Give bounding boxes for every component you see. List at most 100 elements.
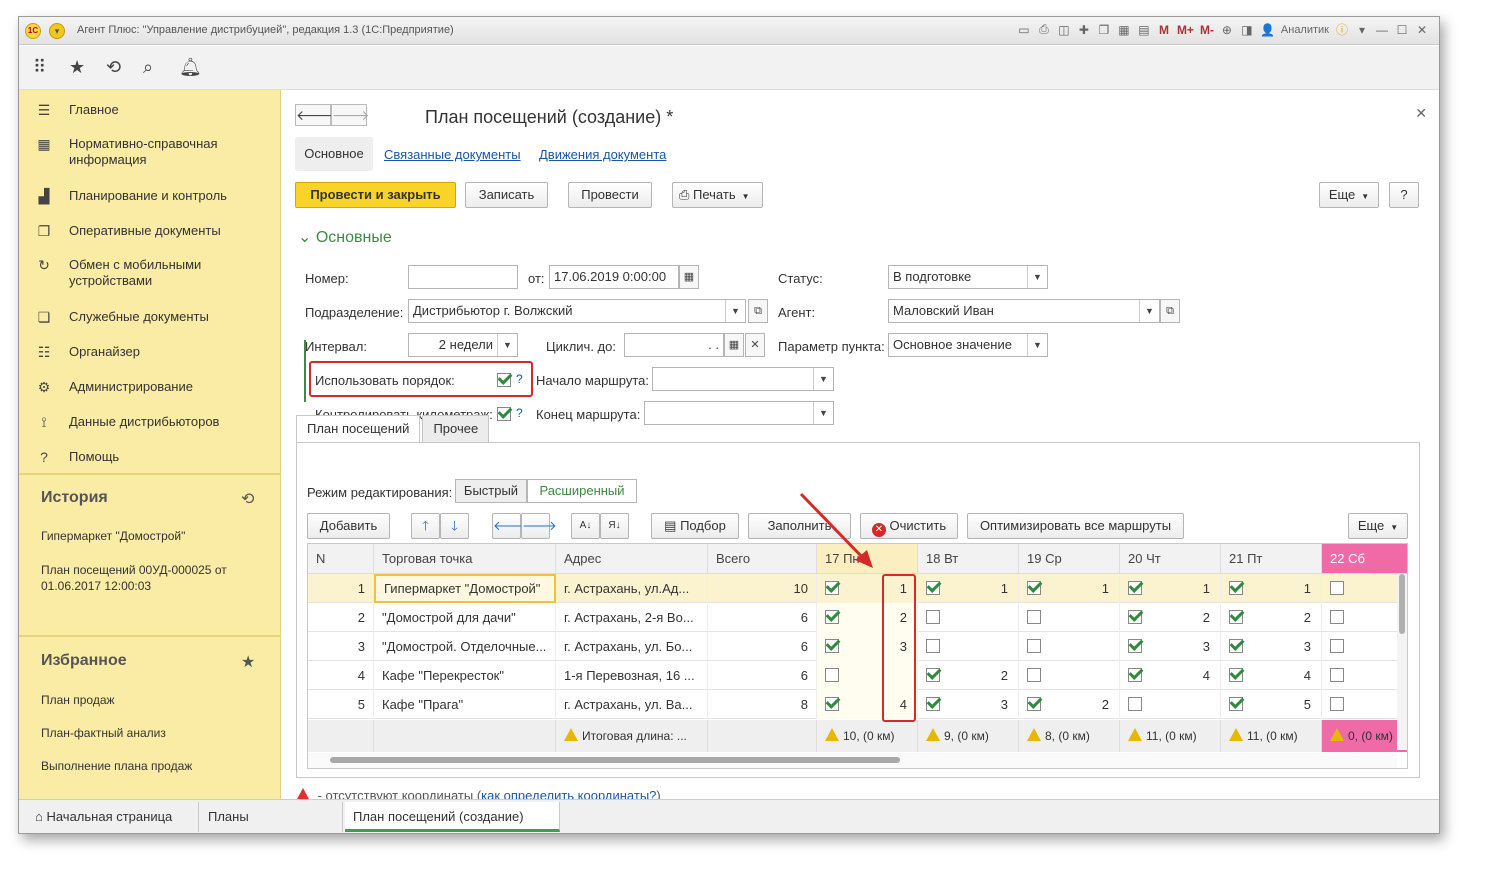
favorites-star-icon[interactable]: ★ <box>69 57 85 78</box>
history-icon[interactable]: ⟲ <box>241 489 254 509</box>
checkbox-checked-icon[interactable] <box>1229 668 1243 682</box>
trade-point-cell[interactable]: Кафе "Перекресток" <box>374 661 556 690</box>
back-button[interactable]: 🡐 <box>295 104 334 126</box>
favorite-item[interactable]: План-фактный анализ <box>41 725 261 741</box>
favorite-item[interactable]: Выполнение плана продаж <box>41 758 261 774</box>
help-button[interactable]: ? <box>1389 182 1419 208</box>
day-cell[interactable]: 2 <box>918 661 1019 690</box>
agent-select[interactable]: Маловский Иван ▼ <box>888 299 1160 323</box>
checkbox-icon[interactable] <box>1027 639 1041 653</box>
tab-other[interactable]: Прочее <box>422 415 490 443</box>
print-icon[interactable]: ⎙ <box>1037 22 1051 37</box>
post-button[interactable]: Провести <box>568 182 652 208</box>
tab-main[interactable]: Основное <box>295 137 373 171</box>
user-icon[interactable]: 👤 <box>1260 23 1275 37</box>
sidebar-item[interactable]: ▟ Планирование и контроль <box>19 188 281 205</box>
checkbox-checked-icon[interactable] <box>825 639 839 653</box>
scrollbar-thumb[interactable] <box>1399 574 1405 634</box>
save-icon[interactable]: ▭ <box>1017 23 1031 37</box>
address-cell[interactable]: г. Астрахань, 2-я Во... <box>556 603 708 632</box>
day-cell[interactable]: 4 <box>1120 661 1221 690</box>
forward-button[interactable]: 🡒 <box>331 104 370 126</box>
sort-desc-icon[interactable]: Я↓ <box>600 513 629 539</box>
search-icon[interactable]: ⌕ <box>143 57 153 78</box>
day-column-header[interactable]: 21 Пт <box>1221 544 1322 574</box>
table-row[interactable]: 3 "Домострой. Отделочные... г. Астрахань, … <box>308 632 1397 661</box>
tab-related-documents[interactable]: Связанные документы <box>384 147 521 162</box>
panel-icon[interactable]: ◨ <box>1240 23 1254 37</box>
checkbox-icon[interactable] <box>926 610 940 624</box>
memory-plus-icon[interactable]: M+ <box>1177 23 1194 37</box>
copy-icon[interactable]: ❐ <box>1097 23 1111 37</box>
notification-bell-icon[interactable]: 🔔︎ <box>179 57 202 78</box>
day-cell[interactable]: 2 <box>1221 603 1322 632</box>
more-button[interactable]: Еще ▼ <box>1319 182 1379 208</box>
main-menu-icon[interactable]: ▾ <box>49 23 65 39</box>
favorites-star-icon[interactable]: ★ <box>241 652 255 672</box>
day-cell[interactable] <box>1322 603 1407 632</box>
move-left-icon[interactable]: 🡐 <box>492 513 528 539</box>
vertical-scrollbar[interactable] <box>1397 574 1407 750</box>
grid-more-button[interactable]: Еще ▼ <box>1348 513 1408 539</box>
day-column-header[interactable]: 22 Сб <box>1322 544 1407 574</box>
checkbox-icon[interactable] <box>1027 668 1041 682</box>
day-cell[interactable]: 3 <box>918 690 1019 719</box>
number-input[interactable] <box>408 265 518 289</box>
day-cell[interactable]: 5 <box>1221 690 1322 719</box>
checkbox-checked-icon[interactable] <box>1229 610 1243 624</box>
move-right-icon[interactable]: 🡒 <box>521 513 557 539</box>
edit-mode-fast[interactable]: Быстрый <box>455 479 527 503</box>
checkbox-checked-icon[interactable] <box>926 668 940 682</box>
chevron-down-icon[interactable]: ▼ <box>1027 266 1047 288</box>
horizontal-scrollbar[interactable] <box>308 753 1397 768</box>
day-cell[interactable]: 1 <box>1221 574 1322 603</box>
table-row[interactable]: 4 Кафе "Перекресток" 1-я Перевозная, 16 ..… <box>308 661 1397 690</box>
day-cell[interactable]: 1 <box>1120 574 1221 603</box>
day-cell[interactable] <box>1120 690 1221 719</box>
route-end-select[interactable]: ▼ <box>644 401 834 425</box>
memory-minus-icon[interactable]: M- <box>1200 23 1214 37</box>
checkbox-checked-icon[interactable] <box>926 697 940 711</box>
move-up-icon[interactable]: 🡑 <box>411 513 440 539</box>
table-row[interactable]: 1 Гипермаркет "Домострой" г. Астрахань, ул… <box>308 574 1397 603</box>
sidebar-item[interactable]: ❐ Оперативные документы <box>19 223 281 240</box>
history-item[interactable]: План посещений 00УД-000025 от 01.06.2017… <box>41 562 261 594</box>
address-cell[interactable]: г. Астрахань, ул. Бо... <box>556 632 708 661</box>
trade-point-cell[interactable]: "Домострой. Отделочные... <box>374 632 556 661</box>
checkbox-checked-icon[interactable] <box>1128 610 1142 624</box>
favorite-item[interactable]: План продаж <box>41 692 261 708</box>
add-button[interactable]: Добавить <box>307 513 390 539</box>
close-icon[interactable]: ✕ <box>1415 23 1429 37</box>
day-cell[interactable]: 2 <box>1120 603 1221 632</box>
day-column-header[interactable]: 20 Чт <box>1120 544 1221 574</box>
dropdown-icon[interactable]: ▾ <box>1355 23 1369 37</box>
maximize-icon[interactable]: ☐ <box>1395 23 1409 37</box>
sidebar-item[interactable]: ? Помощь <box>19 449 281 465</box>
day-cell[interactable] <box>1019 603 1120 632</box>
post-and-close-button[interactable]: Провести и закрыть <box>295 182 456 208</box>
address-cell[interactable]: г. Астрахань, ул. Ва... <box>556 690 708 719</box>
tab-document-movements[interactable]: Движения документа <box>539 147 666 162</box>
move-down-icon[interactable]: 🡓 <box>440 513 469 539</box>
open-icon[interactable]: ⧉ <box>748 299 768 323</box>
history-item[interactable]: Гипермаркет "Домострой" <box>41 528 261 544</box>
table-row[interactable]: 5 Кафе "Прага" г. Астрахань, ул. Ва... 8 4 3 2… <box>308 690 1397 719</box>
tab-visit-plan-create[interactable]: План посещений (создание) *✕ <box>345 802 560 832</box>
checkbox-checked-icon[interactable] <box>825 610 839 624</box>
sidebar-item[interactable]: ⚙ Администрирование <box>19 379 281 396</box>
form-close-icon[interactable]: ✕ <box>1415 105 1427 122</box>
checkbox-checked-icon[interactable] <box>1128 639 1142 653</box>
chevron-down-icon[interactable]: ▼ <box>1139 300 1159 322</box>
sidebar-item[interactable]: ☰ Главное <box>19 102 281 119</box>
day-cell[interactable]: 3 <box>1120 632 1221 661</box>
date-input[interactable]: 17.06.2019 0:00:00 <box>549 265 679 289</box>
day-cell[interactable]: 3 <box>1221 632 1322 661</box>
day-cell[interactable] <box>1322 632 1407 661</box>
sidebar-item[interactable]: ▦ Нормативно-справочная информация <box>19 136 281 168</box>
checkbox-icon[interactable] <box>1330 581 1344 595</box>
trade-point-cell[interactable]: Кафе "Прага" <box>374 690 556 719</box>
day-cell[interactable] <box>1019 661 1120 690</box>
checkbox-checked-icon[interactable] <box>825 581 839 595</box>
checkbox-checked-icon[interactable] <box>1128 581 1142 595</box>
mileage-checkbox[interactable]: ? <box>497 405 523 421</box>
